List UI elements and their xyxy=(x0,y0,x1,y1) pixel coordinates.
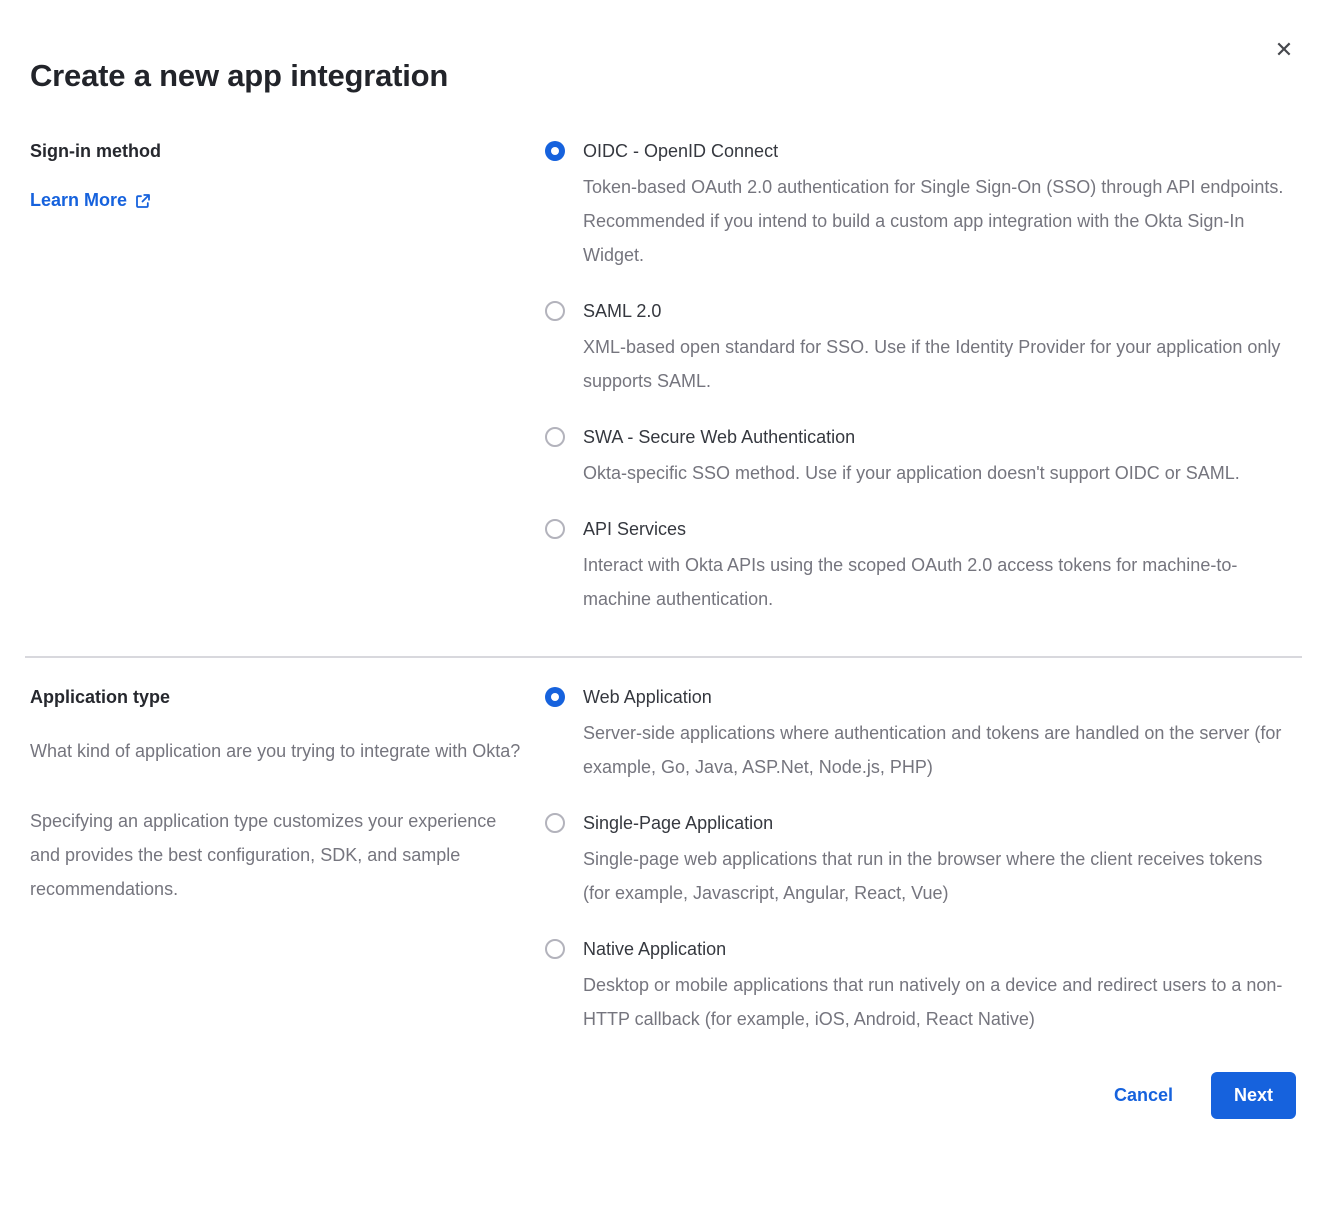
learn-more-link[interactable]: Learn More xyxy=(30,190,151,211)
external-link-icon xyxy=(135,193,151,209)
signin-method-heading: Sign-in method xyxy=(30,138,525,164)
radio-option-description: XML-based open standard for SSO. Use if … xyxy=(583,330,1288,398)
signin-method-options: OIDC - OpenID Connect Token-based OAuth … xyxy=(545,138,1296,616)
radio-option-label: Web Application xyxy=(583,684,1288,710)
radio-option-label: API Services xyxy=(583,516,1288,542)
signin-method-section: Sign-in method Learn More OIDC - OpenID … xyxy=(30,138,1296,616)
radio-button-oidc[interactable] xyxy=(545,141,565,161)
radio-option-label: Native Application xyxy=(583,936,1288,962)
radio-option-label: SWA - Secure Web Authentication xyxy=(583,424,1240,450)
application-type-heading: Application type xyxy=(30,684,525,710)
close-icon[interactable]: ✕ xyxy=(1270,36,1298,64)
learn-more-label: Learn More xyxy=(30,190,127,211)
signin-method-left-column: Sign-in method Learn More xyxy=(30,138,545,616)
radio-option-native-application[interactable]: Native Application Desktop or mobile app… xyxy=(545,936,1296,1036)
radio-option-single-page-application[interactable]: Single-Page Application Single-page web … xyxy=(545,810,1296,910)
radio-option-description: Single-page web applications that run in… xyxy=(583,842,1288,910)
radio-option-label: OIDC - OpenID Connect xyxy=(583,138,1288,164)
application-type-options: Web Application Server-side applications… xyxy=(545,684,1296,1036)
radio-button-native-application[interactable] xyxy=(545,939,565,959)
radio-option-api-services[interactable]: API Services Interact with Okta APIs usi… xyxy=(545,516,1296,616)
create-app-integration-modal: ✕ Create a new app integration Sign-in m… xyxy=(0,0,1332,1210)
radio-option-oidc[interactable]: OIDC - OpenID Connect Token-based OAuth … xyxy=(545,138,1296,272)
radio-option-label: SAML 2.0 xyxy=(583,298,1288,324)
cancel-button[interactable]: Cancel xyxy=(1114,1085,1173,1106)
radio-option-description: Desktop or mobile applications that run … xyxy=(583,968,1288,1036)
radio-option-description: Okta-specific SSO method. Use if your ap… xyxy=(583,456,1240,490)
application-type-left-column: Application type What kind of applicatio… xyxy=(30,684,545,1036)
radio-button-api-services[interactable] xyxy=(545,519,565,539)
application-type-section: Application type What kind of applicatio… xyxy=(30,684,1296,1036)
radio-option-web-application[interactable]: Web Application Server-side applications… xyxy=(545,684,1296,784)
radio-button-single-page-application[interactable] xyxy=(545,813,565,833)
modal-footer: Cancel Next xyxy=(30,1072,1296,1119)
radio-button-web-application[interactable] xyxy=(545,687,565,707)
radio-option-description: Server-side applications where authentic… xyxy=(583,716,1288,784)
radio-option-swa[interactable]: SWA - Secure Web Authentication Okta-spe… xyxy=(545,424,1296,490)
application-type-explanation: Specifying an application type customize… xyxy=(30,804,525,906)
radio-button-saml[interactable] xyxy=(545,301,565,321)
section-divider xyxy=(25,656,1302,658)
radio-option-description: Token-based OAuth 2.0 authentication for… xyxy=(583,170,1288,272)
radio-button-swa[interactable] xyxy=(545,427,565,447)
application-type-question: What kind of application are you trying … xyxy=(30,734,525,768)
radio-option-description: Interact with Okta APIs using the scoped… xyxy=(583,548,1288,616)
next-button[interactable]: Next xyxy=(1211,1072,1296,1119)
radio-option-saml[interactable]: SAML 2.0 XML-based open standard for SSO… xyxy=(545,298,1296,398)
page-title: Create a new app integration xyxy=(30,58,1296,94)
radio-option-label: Single-Page Application xyxy=(583,810,1288,836)
